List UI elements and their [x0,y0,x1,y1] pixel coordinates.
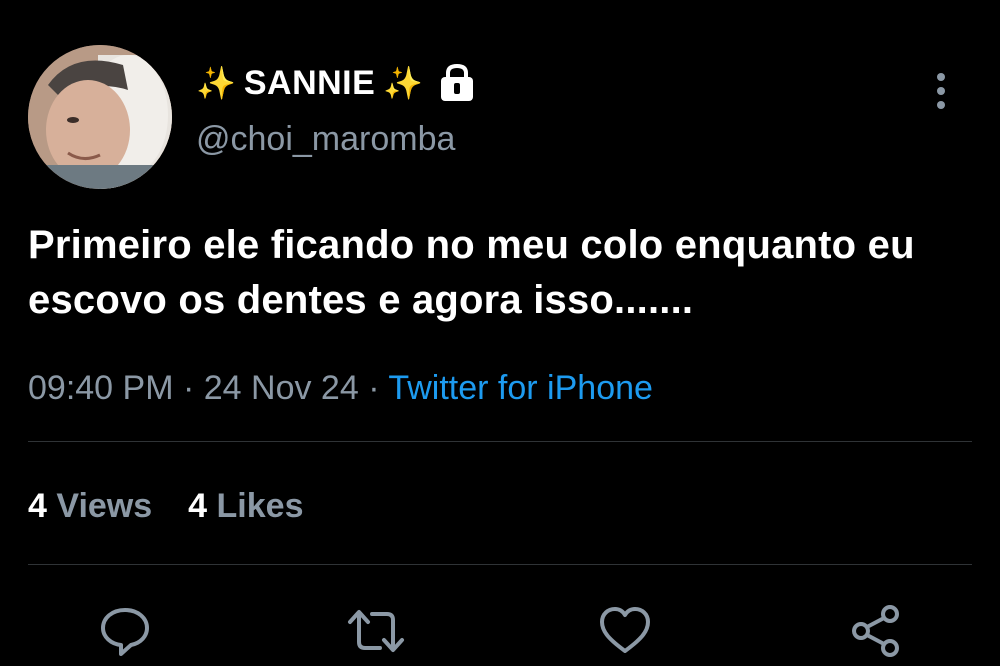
heart-icon [600,607,650,653]
tweet-date[interactable]: 24 Nov 24 [204,369,359,407]
avatar-image [28,45,172,189]
retweet-button[interactable] [346,604,404,658]
tweet-detail: ✨ SANNIE ✨ @choi_maromba Primeiro ele fi… [0,0,1000,666]
reply-icon [101,608,149,656]
tweet-source-link[interactable]: Twitter for iPhone [388,369,653,407]
tweet-text: Primeiro ele ficando no meu colo enquant… [28,223,915,322]
like-button[interactable] [598,604,652,658]
sparkles-icon: ✨ [196,64,236,102]
avatar[interactable] [28,45,172,189]
views-stat[interactable]: 4 Views [28,484,152,528]
divider [28,441,972,442]
sparkles-icon: ✨ [383,64,424,102]
tweet-meta: 09:40 PM · 24 Nov 24 · Twitter for iPhon… [28,366,653,410]
likes-stat[interactable]: 4 Likes [188,484,303,528]
views-count: 4 [28,487,47,525]
tweet-time[interactable]: 09:40 PM [28,369,174,407]
divider [28,564,972,565]
meta-separator: · [173,369,204,407]
tweet-stats: 4 Views 4 Likes [28,484,303,528]
display-name-row: ✨ SANNIE ✨ [196,58,477,108]
reply-button[interactable] [98,604,152,658]
retweet-icon [348,610,404,652]
lock-icon [437,63,477,103]
user-handle[interactable]: @choi_maromba [196,122,455,156]
likes-count: 4 [188,487,208,525]
meta-separator: · [358,369,389,407]
likes-label: Likes [216,487,304,525]
share-icon [852,605,899,657]
more-vertical-icon[interactable] [925,70,957,114]
display-name[interactable]: SANNIE [244,66,375,100]
views-label: Views [56,487,153,525]
share-button[interactable] [850,604,904,658]
